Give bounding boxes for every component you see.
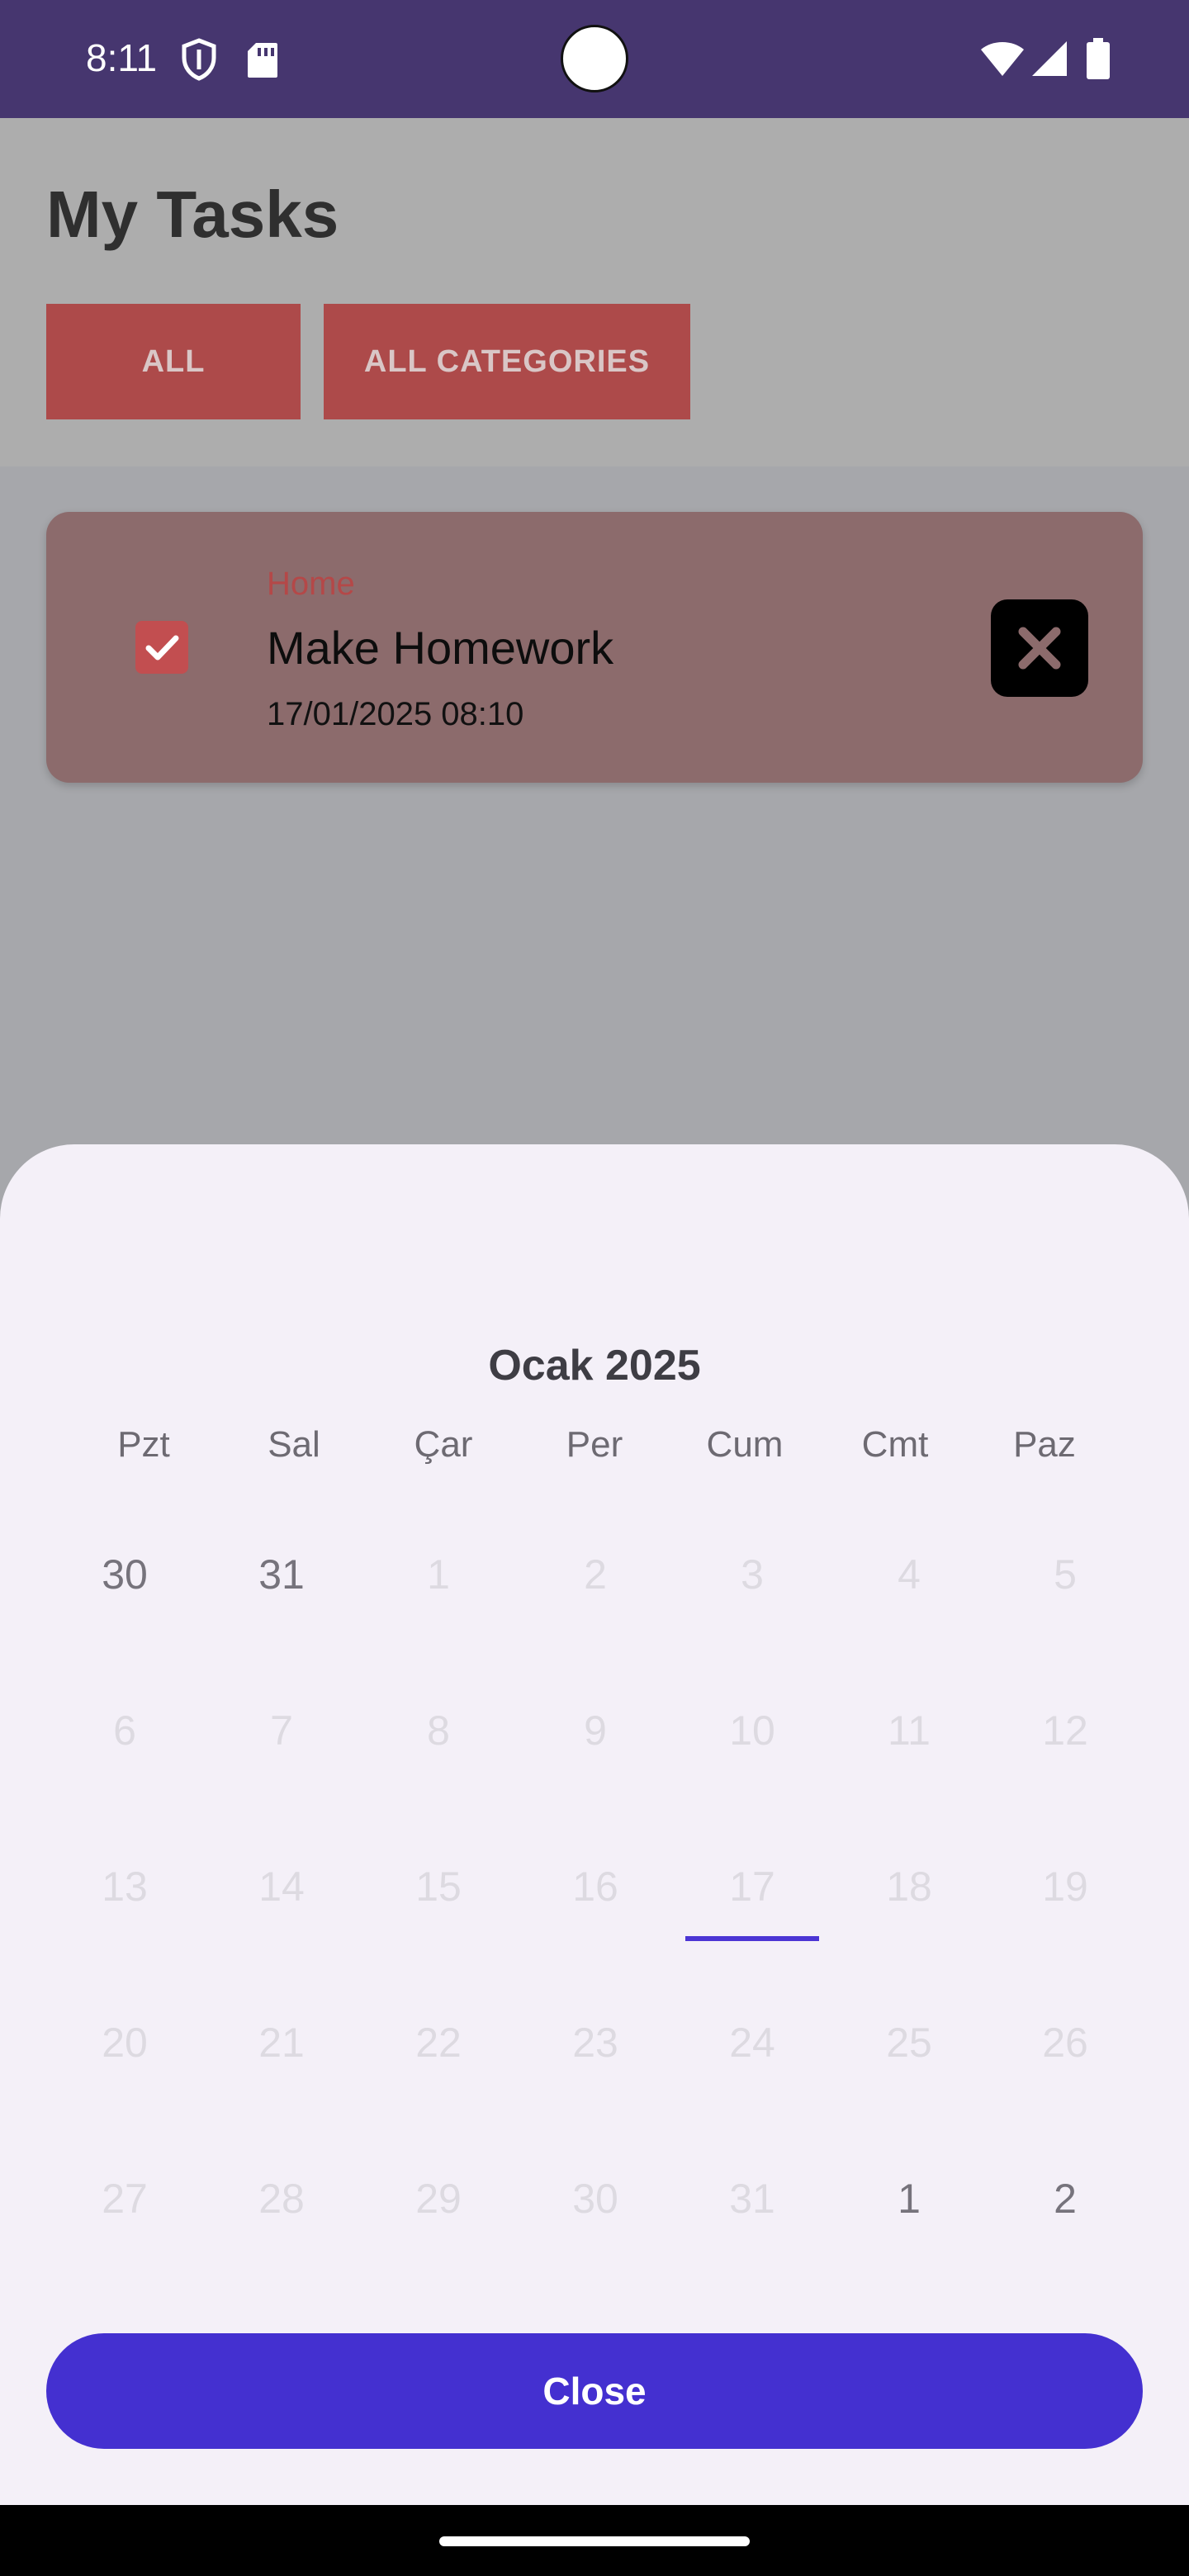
calendar-day[interactable]: 29: [360, 2174, 517, 2223]
calendar-day[interactable]: 14: [203, 1862, 360, 1911]
task-category: Home: [267, 566, 355, 602]
navigation-bar: [0, 2505, 1189, 2576]
calendar-day[interactable]: 31: [674, 2174, 831, 2223]
calendar-day[interactable]: 1: [360, 1550, 517, 1599]
delete-task-button[interactable]: [991, 599, 1088, 697]
calendar-day[interactable]: 27: [46, 2174, 203, 2223]
filter-categories-button[interactable]: ALL CATEGORIES: [324, 304, 690, 419]
calendar-day[interactable]: 9: [517, 1706, 674, 1755]
calendar-day[interactable]: 6: [46, 1706, 203, 1755]
close-icon: [1018, 627, 1061, 670]
calendar-month-title: Ocak 2025: [488, 1342, 701, 1390]
task-datetime: 17/01/2025 08:10: [267, 696, 524, 732]
calendar-day[interactable]: 24: [674, 2018, 831, 2067]
weekday-label: Sal: [268, 1424, 320, 1465]
weekday-label: Paz: [1013, 1424, 1076, 1465]
calendar-day[interactable]: 26: [987, 2018, 1144, 2067]
calendar-day[interactable]: 7: [203, 1706, 360, 1755]
weekday-label: Çar: [414, 1424, 473, 1465]
home-gesture-handle[interactable]: [439, 2536, 750, 2546]
shield-icon: [182, 38, 216, 81]
task-card[interactable]: Home Make Homework 17/01/2025 08:10: [46, 512, 1143, 783]
sd-card-icon: [248, 43, 277, 78]
calendar-day[interactable]: 22: [360, 2018, 517, 2067]
calendar-day[interactable]: 12: [987, 1706, 1144, 1755]
calendar-day[interactable]: 4: [831, 1550, 988, 1599]
camera-cutout: [561, 25, 628, 92]
calendar-day-outside-month[interactable]: 31: [203, 1550, 360, 1599]
calendar-day[interactable]: 15: [360, 1862, 517, 1911]
weekday-label: Cmt: [861, 1424, 929, 1465]
calendar-day[interactable]: 23: [517, 2018, 674, 2067]
calendar-day-outside-month[interactable]: 2: [987, 2174, 1144, 2223]
calendar-day[interactable]: 17: [674, 1862, 831, 1911]
page-title: My Tasks: [46, 178, 339, 251]
calendar-day[interactable]: 30: [517, 2174, 674, 2223]
task-checkbox[interactable]: [135, 621, 188, 674]
status-bar: 8:11: [0, 0, 1189, 118]
filter-all-button[interactable]: ALL: [46, 304, 301, 419]
weekday-label: Per: [566, 1424, 623, 1465]
calendar-day-outside-month[interactable]: 1: [831, 2174, 988, 2223]
calendar-day[interactable]: 2: [517, 1550, 674, 1599]
calendar-day[interactable]: 20: [46, 2018, 203, 2067]
cell-signal-icon: [1032, 41, 1067, 76]
calendar-day[interactable]: 25: [831, 2018, 988, 2067]
check-icon: [145, 635, 179, 661]
selected-day-indicator: [685, 1936, 819, 1941]
weekday-label: Pzt: [117, 1424, 170, 1465]
calendar-day[interactable]: 13: [46, 1862, 203, 1911]
close-button[interactable]: Close: [46, 2333, 1143, 2449]
calendar-day[interactable]: 16: [517, 1862, 674, 1911]
battery-icon: [1087, 38, 1110, 79]
calendar-day[interactable]: 3: [674, 1550, 831, 1599]
wifi-icon: [981, 42, 1024, 76]
status-time: 8:11: [86, 36, 158, 79]
calendar-day[interactable]: 28: [203, 2174, 360, 2223]
calendar-day[interactable]: 8: [360, 1706, 517, 1755]
calendar-day[interactable]: 11: [831, 1706, 988, 1755]
calendar-day[interactable]: 5: [987, 1550, 1144, 1599]
task-title: Make Homework: [267, 622, 614, 674]
weekday-label: Cum: [706, 1424, 784, 1465]
calendar-day[interactable]: 21: [203, 2018, 360, 2067]
calendar-day[interactable]: 10: [674, 1706, 831, 1755]
calendar-day[interactable]: 18: [831, 1862, 988, 1911]
calendar-day-outside-month[interactable]: 30: [46, 1550, 203, 1599]
calendar-day[interactable]: 19: [987, 1862, 1144, 1911]
